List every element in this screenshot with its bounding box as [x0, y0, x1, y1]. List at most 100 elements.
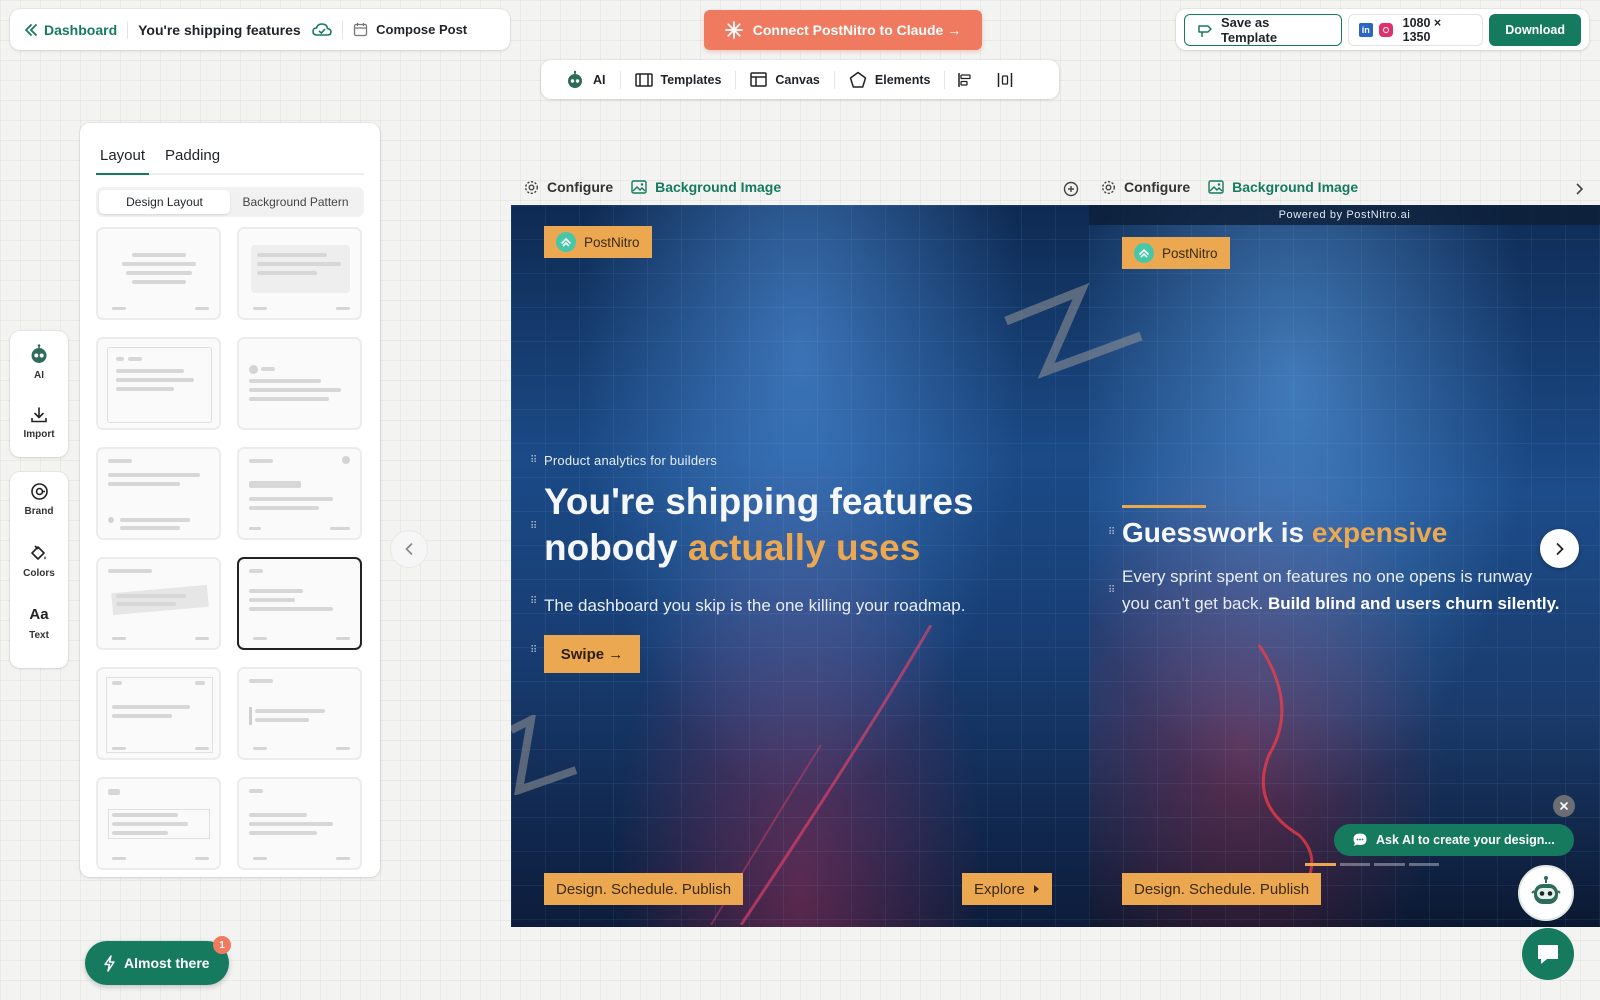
rail-import-button[interactable]: Import: [23, 406, 55, 457]
slide1-footer-tag[interactable]: Design. Schedule. Publish: [544, 873, 744, 905]
layout-option[interactable]: [237, 667, 362, 760]
toolbar-ai-button[interactable]: AI: [551, 60, 620, 99]
layout-option[interactable]: [96, 447, 221, 540]
layout-option[interactable]: [96, 667, 221, 760]
slide1-eyebrow[interactable]: Product analytics for builders: [544, 453, 717, 468]
slide-1[interactable]: PostNitro ⠿ Product analytics for builde…: [511, 205, 1089, 927]
chevron-left-icon: [405, 543, 413, 555]
lightning-icon: [104, 954, 115, 972]
slide1-headline[interactable]: You're shipping features nobody actually…: [544, 479, 1084, 571]
layout-option-selected[interactable]: [237, 557, 362, 650]
rail-ai-label: AI: [34, 370, 44, 381]
download-label: Download: [1505, 22, 1565, 37]
toolbar-ai-label: AI: [593, 72, 606, 87]
segment-background-pattern[interactable]: Background Pattern: [230, 190, 361, 214]
toolbar-elements-button[interactable]: Elements: [835, 60, 945, 99]
ask-ai-label: Ask AI to create your design...: [1376, 833, 1555, 847]
layout-option[interactable]: [96, 557, 221, 650]
rail-ai-button[interactable]: AI: [28, 343, 50, 394]
rail-text-button[interactable]: Aa Text: [29, 606, 49, 660]
layout-option[interactable]: [237, 227, 362, 320]
slide1-background-image-button[interactable]: Background Image: [631, 179, 781, 195]
tab-padding[interactable]: Padding: [165, 147, 220, 173]
templates-icon: [634, 72, 653, 87]
slide-progress-indicator: [1305, 863, 1439, 866]
chat-bubble-icon: [1353, 833, 1367, 846]
align-left-icon: [958, 72, 972, 87]
toolbar-canvas-button[interactable]: Canvas: [736, 60, 833, 99]
slide2-footer-tag[interactable]: Design. Schedule. Publish: [1122, 873, 1322, 905]
slide2-body-line2-text: you can't get back.: [1122, 594, 1268, 613]
layout-option[interactable]: [96, 337, 221, 430]
rail-text-label: Text: [29, 630, 49, 641]
slide2-body-line2: you can't get back. Build blind and user…: [1122, 590, 1600, 617]
document-title[interactable]: You're shipping features nobody actually…: [138, 22, 302, 38]
slide2-background-image-button[interactable]: Background Image: [1208, 179, 1358, 195]
dashboard-back-label: Dashboard: [44, 21, 118, 38]
slide1-swipe-button[interactable]: Swipe →: [544, 635, 640, 673]
drag-handle-icon[interactable]: ⠿: [530, 645, 537, 656]
shapes-icon: [849, 71, 867, 88]
slide1-brand-name: PostNitro: [584, 234, 640, 250]
collapse-panel-button[interactable]: [390, 530, 428, 568]
layout-option[interactable]: [96, 777, 221, 870]
slide2-configure-button[interactable]: Configure: [1101, 179, 1190, 195]
slide1-swipe-label: Swipe →: [560, 645, 624, 663]
slide1-configure-button[interactable]: Configure: [524, 179, 613, 195]
slide1-configure-label: Configure: [547, 179, 614, 195]
compose-post-button[interactable]: Compose Post: [353, 22, 467, 37]
close-ai-prompt-button[interactable]: [1553, 795, 1575, 817]
decorative-red-trace: [1257, 645, 1314, 905]
slide1-brand-tag[interactable]: PostNitro: [544, 226, 652, 258]
align-left-button[interactable]: [945, 60, 985, 99]
canvas-size-selector[interactable]: in 1080 × 1350: [1347, 13, 1484, 46]
distribute-button[interactable]: [985, 60, 1025, 99]
slide2-brand-tag[interactable]: PostNitro: [1122, 237, 1230, 269]
slide2-body[interactable]: Every sprint spent on features no one op…: [1122, 563, 1600, 617]
cloud-sync-icon: [312, 22, 332, 36]
slide1-subline[interactable]: The dashboard you skip is the one killin…: [544, 596, 965, 616]
toolbar-canvas-label: Canvas: [775, 72, 820, 87]
layout-option[interactable]: [237, 447, 362, 540]
gear-icon: [524, 180, 539, 194]
drag-handle-icon[interactable]: ⠿: [530, 455, 537, 466]
postnitro-logo-icon: [556, 232, 576, 252]
tab-layout[interactable]: Layout: [96, 147, 150, 175]
slide-2[interactable]: Powered by PostNitro.ai PostNitro ⠿ Gues…: [1089, 205, 1600, 927]
slide2-configure-label: Configure: [1124, 179, 1191, 195]
slide2-background-image-label: Background Image: [1232, 179, 1359, 195]
sparkle-icon: [724, 21, 743, 39]
slide2-headline[interactable]: Guesswork is expensive: [1122, 517, 1447, 549]
brand-badge-icon: [30, 483, 48, 500]
rail-brand-button[interactable]: Brand: [25, 482, 53, 536]
layout-option[interactable]: [237, 777, 362, 870]
scroll-right-button[interactable]: [1575, 182, 1584, 196]
support-chat-button[interactable]: [1522, 928, 1574, 980]
connect-claude-label: Connect PostNitro to Claude →: [752, 22, 962, 38]
layout-option[interactable]: [96, 227, 221, 320]
drag-handle-icon[interactable]: ⠿: [530, 521, 537, 532]
divider: [342, 20, 344, 39]
layout-option[interactable]: [237, 337, 362, 430]
dashboard-back-link[interactable]: Dashboard: [24, 22, 117, 38]
slide1-explore-button[interactable]: Explore: [962, 873, 1052, 905]
ask-ai-button[interactable]: Ask AI to create your design...: [1334, 824, 1574, 856]
linkedin-icon: in: [1358, 22, 1373, 37]
drag-handle-icon[interactable]: ⠿: [1108, 585, 1115, 596]
calendar-icon: [353, 23, 368, 37]
slide1-footer-text: Design. Schedule. Publish: [556, 880, 732, 898]
segment-design-layout[interactable]: Design Layout: [99, 190, 230, 214]
connect-claude-button[interactable]: Connect PostNitro to Claude →: [704, 10, 982, 50]
save-as-template-button[interactable]: Save as Template: [1184, 13, 1342, 46]
slide1-header: Configure Background Image: [524, 179, 781, 195]
almost-there-button[interactable]: Almost there: [85, 941, 229, 985]
add-slide-button[interactable]: [1063, 181, 1079, 197]
drag-handle-icon[interactable]: ⠿: [530, 596, 537, 607]
download-button[interactable]: Download: [1489, 13, 1581, 46]
drag-handle-icon[interactable]: ⠿: [1108, 527, 1115, 538]
layout-mode-toggle: Design Layout Background Pattern: [96, 187, 364, 217]
ai-assistant-avatar[interactable]: [1518, 865, 1574, 921]
next-slide-button[interactable]: [1540, 529, 1579, 568]
rail-colors-button[interactable]: Colors: [23, 544, 55, 598]
toolbar-templates-button[interactable]: Templates: [621, 60, 736, 99]
